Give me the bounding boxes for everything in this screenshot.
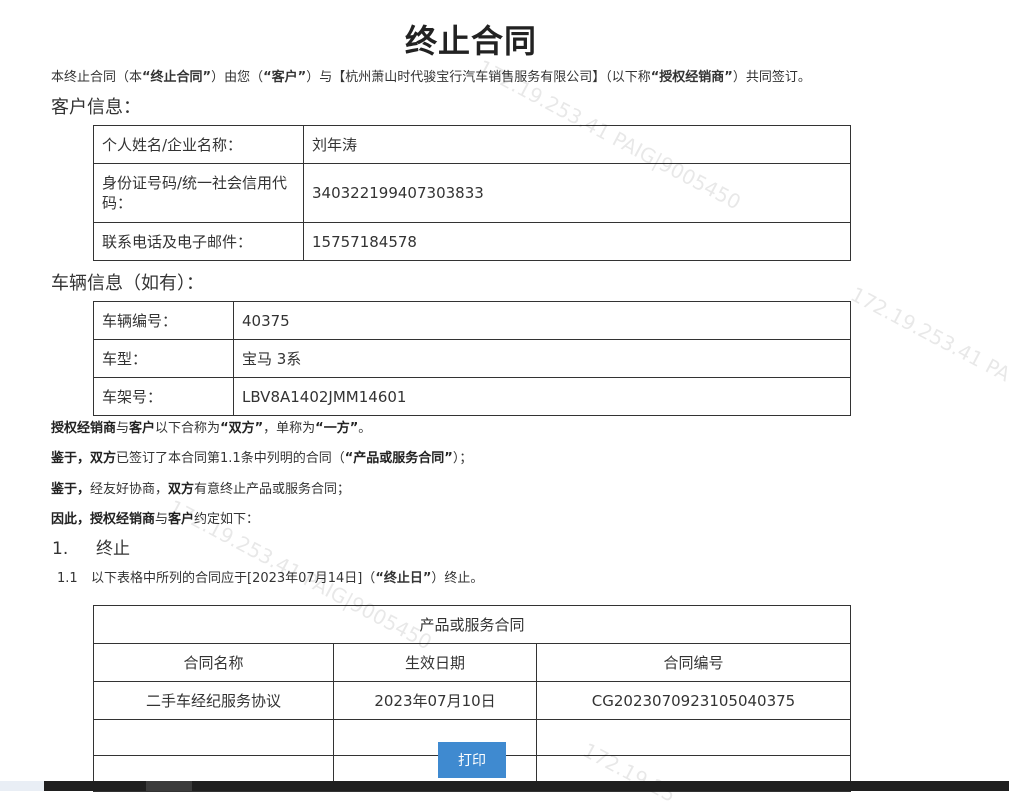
taskbar xyxy=(0,781,1009,791)
vehicle-info-table: 车辆编号： 40375 车型： 宝马 3系 车架号： LBV8A1402JMM1… xyxy=(93,301,851,416)
header-contract-number: 合同编号 xyxy=(536,643,851,682)
customer-info-heading: 客户信息： xyxy=(51,97,141,118)
parties-paragraph: 授权经销商与客户以下合称为“双方”，单称为“一方”。 xyxy=(51,421,372,436)
label-id: 身份证号码/统一社会信用代码： xyxy=(93,163,304,223)
cell-contract-name: 二手车经纪服务协议 xyxy=(93,681,334,720)
value-vin: LBV8A1402JMM14601 xyxy=(233,377,851,416)
header-contract-name: 合同名称 xyxy=(93,643,334,682)
whereas-paragraph-2: 鉴于，经友好协商，双方有意终止产品或服务合同； xyxy=(51,482,351,497)
vehicle-row-model: 车型： 宝马 3系 xyxy=(93,339,851,378)
watermark: 172.19.253.41 PA xyxy=(846,282,1009,387)
start-icon[interactable] xyxy=(0,781,44,791)
contracts-header-row: 合同名称 生效日期 合同编号 xyxy=(93,643,851,682)
cell-effective-date: 2023年07月10日 xyxy=(333,681,537,720)
label-vin: 车架号： xyxy=(93,377,234,416)
customer-info-table: 个人姓名/企业名称： 刘年涛 身份证号码/统一社会信用代码： 340322199… xyxy=(93,125,851,261)
customer-row-id: 身份证号码/统一社会信用代码： 340322199407303833 xyxy=(93,163,851,223)
browser-icon[interactable] xyxy=(146,781,192,791)
value-vehicle-number: 40375 xyxy=(233,301,851,340)
vehicle-info-heading: 车辆信息（如有）： xyxy=(51,273,204,294)
contracts-caption: 产品或服务合同 xyxy=(93,605,851,644)
label-vehicle-model: 车型： xyxy=(93,339,234,378)
value-contact: 15757184578 xyxy=(303,222,851,261)
therefore-paragraph: 因此，授权经销商与客户约定如下： xyxy=(51,512,260,527)
table-row: 二手车经纪服务协议 2023年07月10日 CG2023070923105040… xyxy=(93,681,851,720)
clause-1-heading: 1. 终止 xyxy=(52,539,130,559)
intro-paragraph: 本终止合同（本“终止合同”）由您（“客户”）与【杭州萧山时代骏宝行汽车销售服务有… xyxy=(51,70,811,85)
whereas-paragraph-1: 鉴于，双方已签订了本合同第1.1条中列明的合同（“产品或服务合同”）； xyxy=(51,451,473,466)
label-contact: 联系电话及电子邮件： xyxy=(93,222,304,261)
value-name: 刘年涛 xyxy=(303,125,851,164)
label-vehicle-number: 车辆编号： xyxy=(93,301,234,340)
clause-1-1: 1.1 以下表格中所列的合同应于[2023年07月14日]（“终止日”）终止。 xyxy=(57,571,484,586)
vehicle-row-vin: 车架号： LBV8A1402JMM14601 xyxy=(93,377,851,416)
vehicle-row-number: 车辆编号： 40375 xyxy=(93,301,851,340)
header-effective-date: 生效日期 xyxy=(333,643,537,682)
contracts-caption-row: 产品或服务合同 xyxy=(93,605,851,644)
value-id: 340322199407303833 xyxy=(303,163,851,223)
print-button[interactable]: 打印 xyxy=(438,742,506,778)
customer-row-contact: 联系电话及电子邮件： 15757184578 xyxy=(93,222,851,261)
label-name: 个人姓名/企业名称： xyxy=(93,125,304,164)
value-vehicle-model: 宝马 3系 xyxy=(233,339,851,378)
cell-contract-number: CG20230709231050403​75 xyxy=(536,681,851,720)
page-title: 终止合同 xyxy=(404,22,537,60)
customer-row-name: 个人姓名/企业名称： 刘年涛 xyxy=(93,125,851,164)
